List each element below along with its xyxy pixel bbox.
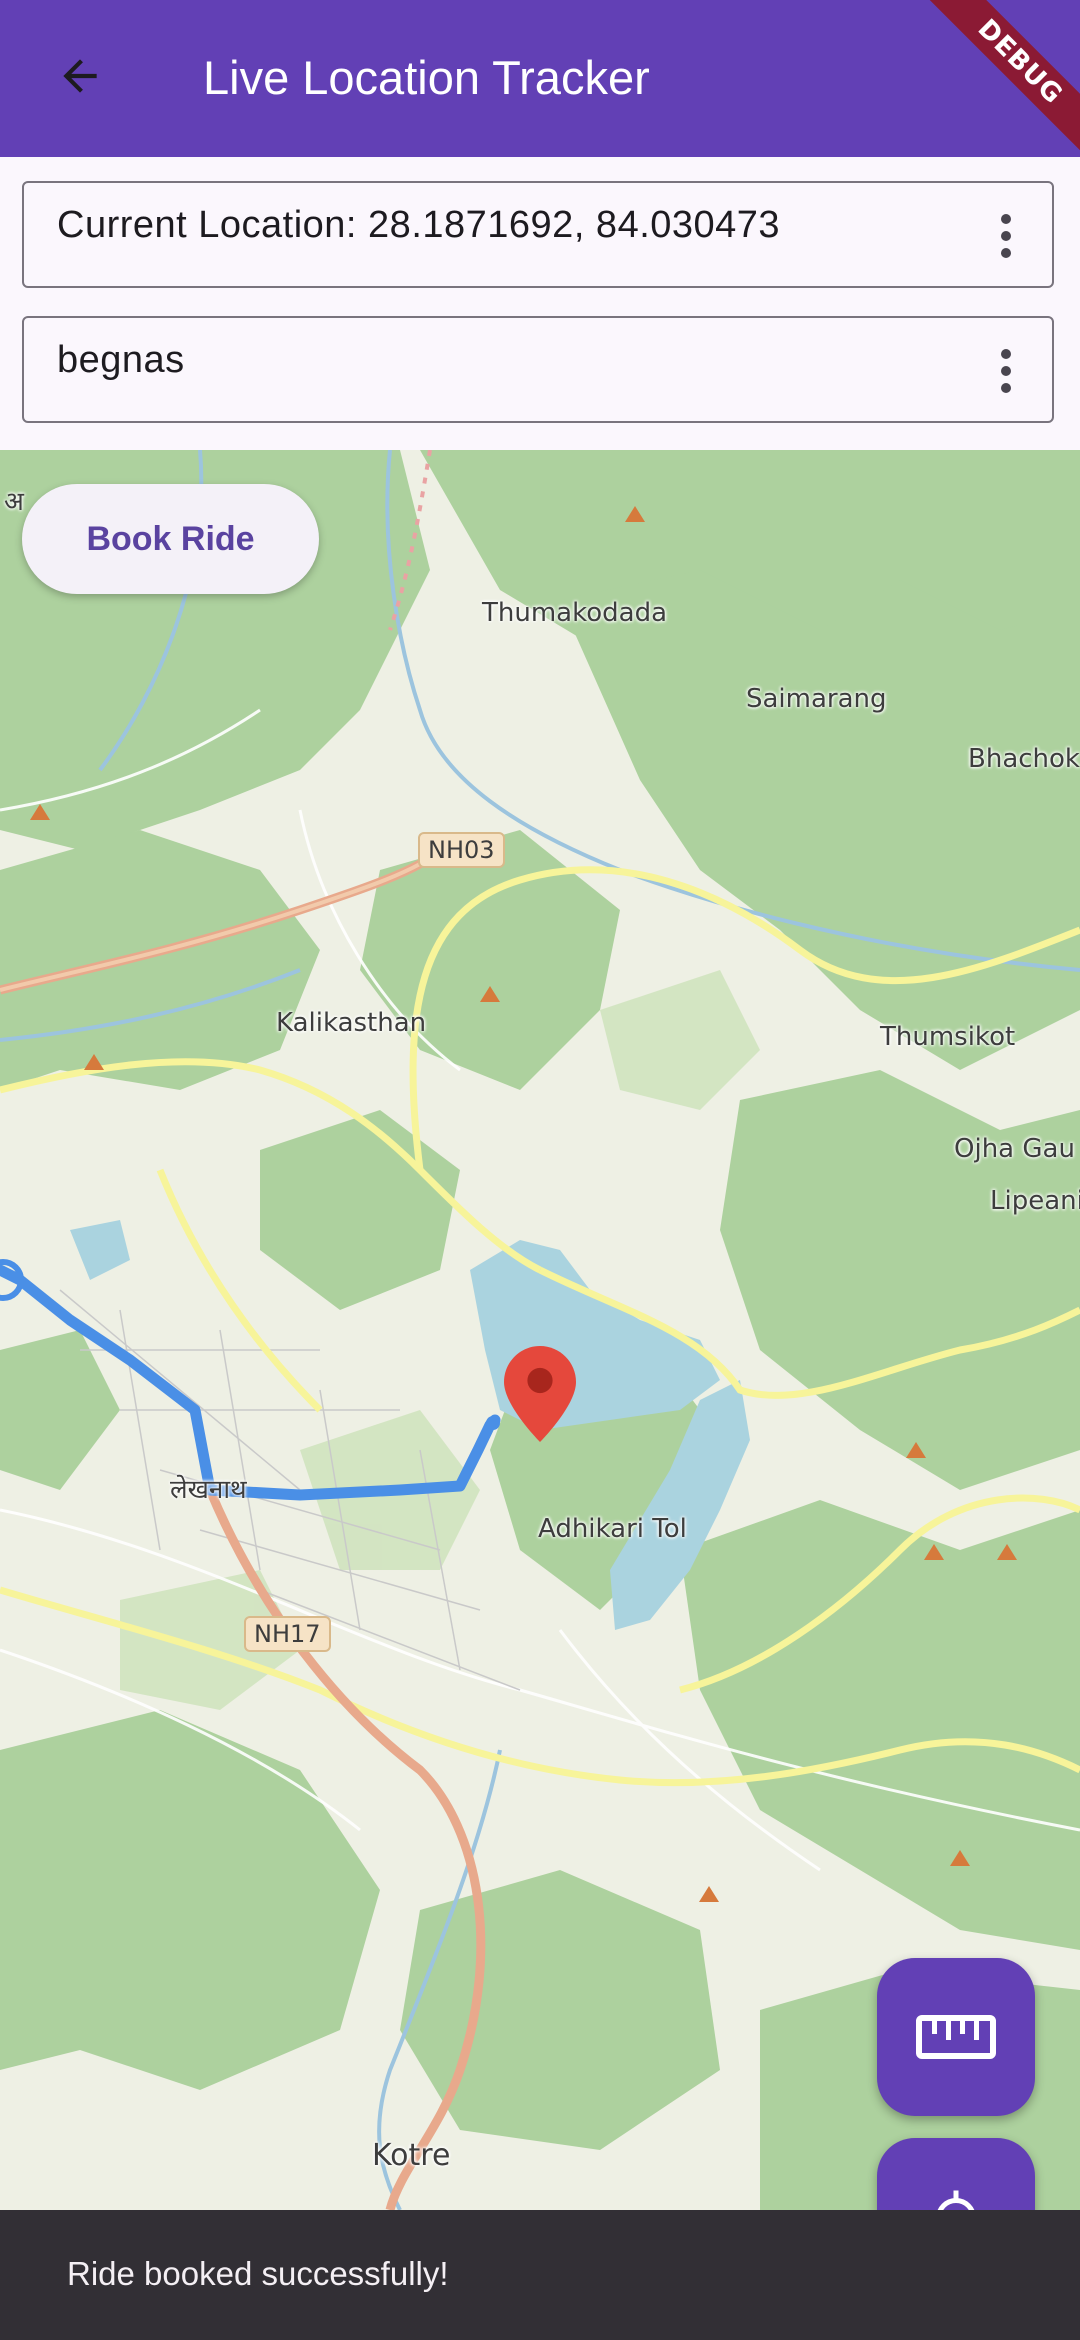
map-label: अ bbox=[4, 487, 24, 517]
book-ride-button[interactable]: Book Ride bbox=[22, 484, 319, 594]
current-location-text: Current Location: 28.1871692, 84.030473 bbox=[57, 204, 781, 246]
destination-text: begnas bbox=[57, 339, 185, 381]
map-label: Saimarang bbox=[746, 684, 887, 714]
measure-distance-button[interactable] bbox=[877, 1958, 1035, 2116]
map-label: Adhikari Tol bbox=[538, 1514, 687, 1544]
back-button[interactable] bbox=[48, 44, 112, 108]
destination-marker-icon[interactable] bbox=[504, 1346, 576, 1442]
map-label: Thumakodada bbox=[482, 598, 668, 628]
road-shield-nh03: NH03 bbox=[418, 832, 505, 868]
app-bar: Live Location Tracker DEBUG bbox=[0, 0, 1080, 169]
debug-banner: DEBUG bbox=[913, 0, 1080, 169]
arrow-back-icon bbox=[63, 59, 97, 93]
snackbar-message: Ride booked successfully! bbox=[67, 2255, 449, 2292]
location-fields: Current Location: 28.1871692, 84.030473 … bbox=[0, 157, 1080, 450]
map-label: Lipeani bbox=[990, 1186, 1080, 1216]
more-vert-icon[interactable] bbox=[996, 346, 1016, 396]
map-label: Thumsikot bbox=[880, 1022, 1016, 1052]
map-tiles bbox=[0, 450, 1080, 2210]
page-title: Live Location Tracker bbox=[203, 51, 650, 104]
destination-field[interactable]: begnas bbox=[22, 316, 1054, 423]
map-label: Kalikasthan bbox=[276, 1008, 427, 1038]
road-shield-nh17: NH17 bbox=[244, 1616, 331, 1652]
map-label: Ojha Gau bbox=[954, 1134, 1075, 1164]
debug-banner-wrap: DEBUG bbox=[910, 0, 1080, 170]
current-location-field[interactable]: Current Location: 28.1871692, 84.030473 bbox=[22, 181, 1054, 288]
map-view[interactable]: Thumakodada Saimarang Bhachok Kalikastha… bbox=[0, 450, 1080, 2210]
map-label: Kotre bbox=[372, 2138, 451, 2173]
more-vert-icon[interactable] bbox=[996, 211, 1016, 261]
ruler-icon bbox=[916, 2015, 996, 2059]
map-label: लेखनाथ bbox=[170, 1475, 247, 1505]
snackbar: Ride booked successfully! bbox=[0, 2210, 1080, 2340]
map-label: Bhachok bbox=[968, 744, 1080, 774]
